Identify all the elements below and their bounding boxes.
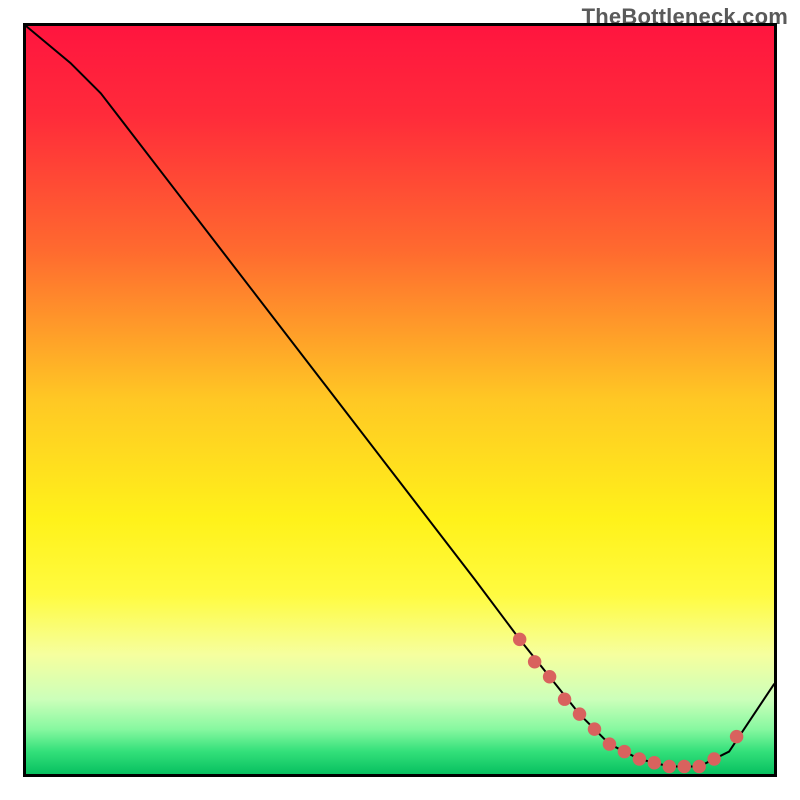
- data-dot: [528, 655, 541, 668]
- plot-area: [23, 23, 777, 777]
- dot-cluster: [26, 26, 774, 774]
- data-dot: [633, 752, 646, 765]
- data-dot: [678, 760, 691, 773]
- data-dot: [618, 745, 631, 758]
- chart-root: TheBottleneck.com: [0, 0, 800, 800]
- data-dot: [663, 760, 676, 773]
- data-dot: [558, 692, 571, 705]
- data-dot: [707, 752, 720, 765]
- data-dot: [692, 760, 705, 773]
- data-dot: [588, 722, 601, 735]
- data-dot: [543, 670, 556, 683]
- data-dot: [573, 707, 586, 720]
- data-dot: [513, 633, 526, 646]
- data-dot: [603, 737, 616, 750]
- data-dot: [730, 730, 743, 743]
- data-dot: [648, 756, 661, 769]
